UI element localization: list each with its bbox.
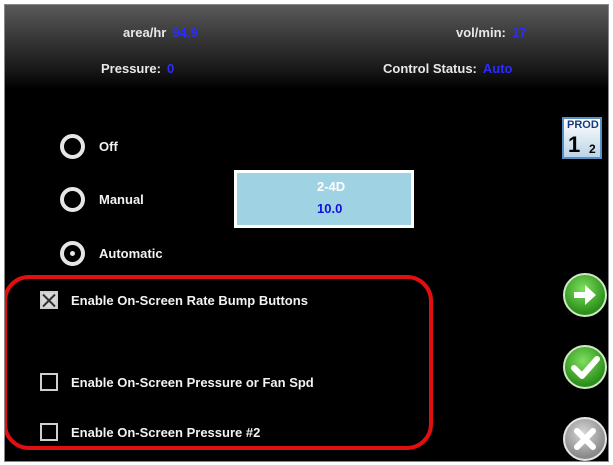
product-select-button[interactable]: PROD 1 2: [562, 117, 602, 159]
area-rate-readout: area/hr 94.9: [123, 25, 198, 40]
radio-icon[interactable]: [60, 187, 85, 212]
pressure-label: Pressure:: [101, 61, 161, 76]
checkbox-icon[interactable]: [40, 373, 58, 391]
cancel-button[interactable]: [563, 417, 607, 461]
area-rate-label: area/hr: [123, 25, 167, 40]
pressure-value: 0: [166, 61, 175, 76]
radio-icon[interactable]: [60, 134, 85, 159]
option-label-rate-bump: Enable On-Screen Rate Bump Buttons: [71, 292, 308, 308]
control-status-readout: Control Status: Auto: [383, 61, 513, 76]
checkbox-icon[interactable]: [40, 423, 58, 441]
volume-rate-value: 17: [511, 25, 527, 40]
mode-label-manual: Manual: [99, 192, 144, 207]
arrow-right-icon: [574, 285, 596, 305]
product-icon-count: 2: [589, 142, 596, 156]
option-pressure-2[interactable]: Enable On-Screen Pressure #2: [40, 423, 260, 441]
mode-label-off: Off: [99, 139, 118, 154]
area-rate-value: 94.9: [172, 25, 198, 40]
mode-option-automatic[interactable]: Automatic: [60, 241, 163, 266]
option-rate-bump[interactable]: Enable On-Screen Rate Bump Buttons: [40, 291, 308, 309]
pressure-readout: Pressure: 0: [101, 61, 174, 76]
accept-button[interactable]: [563, 345, 607, 389]
checkmark-icon: [571, 356, 600, 379]
option-label-pressure-2: Enable On-Screen Pressure #2: [71, 424, 261, 440]
checkbox-checked-icon[interactable]: [40, 291, 58, 309]
product-icon-label: PROD: [567, 119, 599, 131]
status-header: area/hr 94.9 vol/min: 17 Pressure: 0 Contro…: [5, 5, 608, 89]
volume-rate-label: vol/min:: [456, 25, 506, 40]
volume-rate-readout: vol/min: 17: [456, 25, 526, 40]
product-name: 2-4D: [317, 179, 346, 194]
control-status-value: Auto: [482, 61, 513, 76]
option-pressure-fan[interactable]: Enable On-Screen Pressure or Fan Spd: [40, 373, 314, 391]
rate-control-screen: area/hr 94.9 vol/min: 17 Pressure: 0 Contro…: [4, 4, 609, 462]
mode-option-manual[interactable]: Manual: [60, 187, 144, 212]
control-status-label: Control Status:: [383, 61, 477, 76]
radio-selected-icon[interactable]: [60, 241, 85, 266]
product-icon-number: 1: [568, 132, 581, 157]
mode-option-off[interactable]: Off: [60, 134, 118, 159]
mode-label-automatic: Automatic: [99, 246, 163, 261]
option-label-pressure-fan: Enable On-Screen Pressure or Fan Spd: [71, 374, 314, 390]
product-rate: 10.0: [317, 201, 343, 216]
next-button[interactable]: [563, 273, 607, 317]
close-icon: [574, 428, 596, 450]
product-rate-box[interactable]: 2-4D 10.0: [234, 170, 414, 228]
